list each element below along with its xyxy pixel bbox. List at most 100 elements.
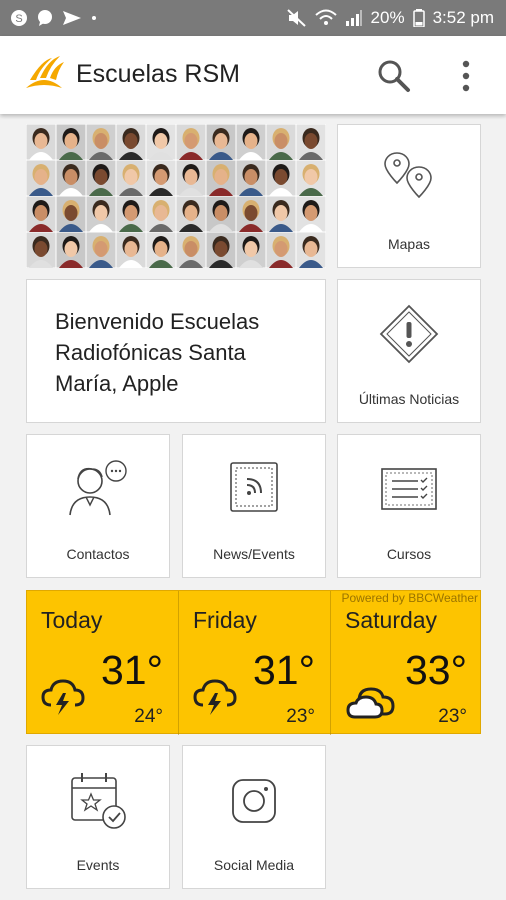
weather-day-name: Friday bbox=[193, 607, 257, 633]
collage-portrait bbox=[56, 124, 86, 160]
weather-low-temp: 23° bbox=[286, 706, 315, 727]
collage-portrait bbox=[296, 124, 326, 160]
collage-portrait bbox=[26, 196, 56, 232]
collage-portrait bbox=[296, 160, 326, 196]
welcome-tile: Bienvenido Escuelas Radiofónicas Santa M… bbox=[26, 279, 326, 423]
collage-portrait bbox=[116, 232, 146, 268]
contacts-tile[interactable]: Contactos bbox=[26, 434, 170, 578]
people-photo-tile[interactable] bbox=[26, 124, 326, 268]
weather-widget[interactable]: Powered by BBCWeather Today 31° 24° Frid… bbox=[26, 590, 483, 735]
people-collage-image bbox=[26, 124, 326, 268]
collage-portrait bbox=[206, 196, 236, 232]
svg-text:S: S bbox=[15, 13, 22, 25]
dot-icon bbox=[92, 16, 96, 20]
collage-portrait bbox=[296, 232, 326, 268]
weather-day-name: Saturday bbox=[345, 607, 438, 633]
checklist-icon bbox=[381, 468, 437, 510]
app-title: Escuelas RSM bbox=[76, 60, 240, 88]
battery-icon bbox=[412, 9, 425, 27]
collage-portrait bbox=[266, 232, 296, 268]
collage-portrait bbox=[146, 232, 176, 268]
instagram-icon bbox=[232, 779, 276, 823]
events-tile[interactable]: Events bbox=[26, 745, 170, 889]
status-bar: S 20% 3:52 pm bbox=[0, 0, 506, 36]
news-events-label: News/Events bbox=[213, 546, 295, 562]
collage-portrait bbox=[86, 124, 116, 160]
collage-portrait bbox=[26, 160, 56, 196]
collage-portrait bbox=[236, 196, 266, 232]
collage-portrait bbox=[56, 232, 86, 268]
wifi-icon bbox=[314, 9, 337, 25]
news-tile[interactable]: Últimas Noticias bbox=[337, 279, 481, 423]
collage-portrait bbox=[236, 160, 266, 196]
collage-portrait bbox=[56, 196, 86, 232]
contacts-label: Contactos bbox=[66, 546, 130, 562]
battery-percent: 20% bbox=[370, 8, 405, 27]
collage-portrait bbox=[176, 124, 206, 160]
collage-portrait bbox=[176, 196, 206, 232]
collage-portrait bbox=[116, 196, 146, 232]
weather-day-saturday: Saturday 33° 23° bbox=[331, 591, 483, 735]
app-logo-icon bbox=[26, 56, 64, 88]
collage-portrait bbox=[26, 232, 56, 268]
signal-icon bbox=[345, 10, 362, 26]
weather-high-temp: 33° bbox=[404, 647, 467, 693]
cloud-icon bbox=[346, 687, 395, 719]
collage-portrait bbox=[26, 124, 56, 160]
welcome-message: Bienvenido Escuelas Radiofónicas Santa M… bbox=[55, 309, 260, 396]
chat-icon bbox=[38, 10, 52, 26]
more-options-icon[interactable] bbox=[452, 56, 480, 96]
collage-portrait bbox=[266, 124, 296, 160]
status-left-icons: S bbox=[10, 9, 98, 27]
weather-day-name: Today bbox=[41, 607, 103, 633]
courses-label: Cursos bbox=[386, 546, 432, 562]
warning-diamond-icon bbox=[379, 304, 439, 364]
news-events-tile[interactable]: News/Events bbox=[182, 434, 326, 578]
collage-portrait bbox=[266, 160, 296, 196]
collage-portrait bbox=[266, 196, 296, 232]
clock: 3:52 pm bbox=[432, 8, 494, 27]
weather-high-temp: 31° bbox=[100, 647, 163, 693]
courses-tile[interactable]: Cursos bbox=[337, 434, 481, 578]
collage-portrait bbox=[86, 232, 116, 268]
weather-high-temp: 31° bbox=[252, 647, 315, 693]
collage-portrait bbox=[146, 124, 176, 160]
person-chat-icon bbox=[69, 460, 127, 516]
collage-portrait bbox=[86, 196, 116, 232]
collage-portrait bbox=[146, 160, 176, 196]
calendar-check-icon bbox=[71, 773, 126, 829]
search-icon[interactable] bbox=[376, 58, 412, 94]
collage-portrait bbox=[236, 124, 266, 160]
collage-portrait bbox=[176, 232, 206, 268]
mute-icon bbox=[286, 9, 306, 27]
collage-portrait bbox=[56, 160, 86, 196]
events-label: Events bbox=[76, 857, 120, 873]
collage-portrait bbox=[116, 124, 146, 160]
collage-portrait bbox=[176, 160, 206, 196]
collage-portrait bbox=[296, 196, 326, 232]
send-icon bbox=[63, 11, 81, 25]
app-bar: Escuelas RSM bbox=[0, 36, 506, 114]
collage-portrait bbox=[116, 160, 146, 196]
skype-icon: S bbox=[11, 10, 27, 26]
news-label: Últimas Noticias bbox=[358, 391, 460, 407]
social-media-label: Social Media bbox=[213, 857, 295, 873]
maps-label: Mapas bbox=[387, 236, 431, 252]
social-media-tile[interactable]: Social Media bbox=[182, 745, 326, 889]
map-pins-icon bbox=[384, 152, 432, 199]
collage-portrait bbox=[146, 196, 176, 232]
collage-portrait bbox=[236, 232, 266, 268]
collage-portrait bbox=[206, 232, 236, 268]
weather-low-temp: 23° bbox=[438, 706, 467, 727]
status-right-icons: 20% 3:52 pm bbox=[286, 8, 494, 28]
weather-day-today: Today 31° 24° bbox=[27, 591, 179, 735]
weather-day-friday: Friday 31° 23° bbox=[179, 591, 331, 735]
collage-portrait bbox=[206, 160, 236, 196]
collage-portrait bbox=[206, 124, 236, 160]
weather-low-temp: 24° bbox=[134, 706, 163, 727]
thunderstorm-icon bbox=[41, 679, 85, 715]
thunderstorm-icon bbox=[193, 679, 237, 715]
rss-feed-icon bbox=[230, 462, 278, 512]
collage-portrait bbox=[86, 160, 116, 196]
maps-tile[interactable]: Mapas bbox=[337, 124, 481, 268]
